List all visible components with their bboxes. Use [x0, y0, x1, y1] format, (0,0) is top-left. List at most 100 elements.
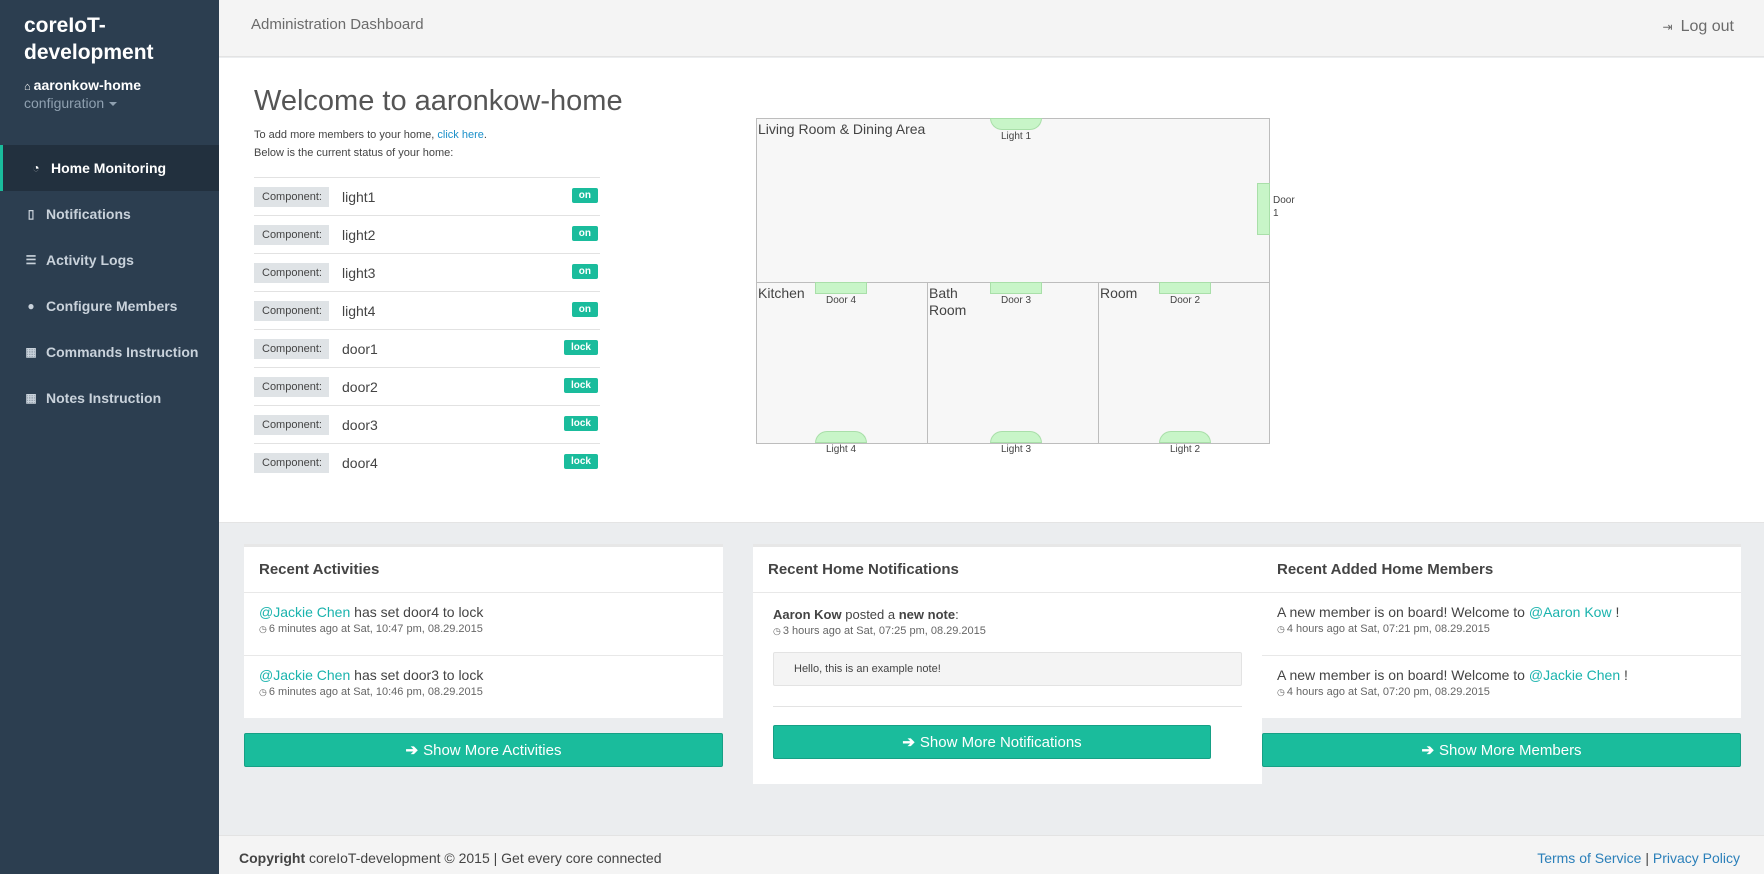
- terms-link[interactable]: Terms of Service: [1537, 850, 1641, 866]
- room-label-room: Room: [1100, 285, 1138, 301]
- component-name: light1: [342, 188, 376, 205]
- component-row-door1: Component: door1 lock: [254, 329, 600, 367]
- door-2-label: Door 2: [1169, 295, 1200, 306]
- panel-title: Recent Activities: [244, 547, 723, 593]
- dashboard-icon: ◔: [32, 161, 40, 175]
- user-link[interactable]: @Jackie Chen: [1529, 667, 1620, 683]
- configuration-dropdown[interactable]: configuration: [24, 95, 118, 111]
- home-name: ⌂ aaronkow-home: [24, 77, 141, 93]
- activity-item: @Jackie Chen has set door3 to lock ◷ 6 mi…: [244, 656, 723, 719]
- component-label: Component:: [254, 338, 329, 359]
- user-link[interactable]: @Jackie Chen: [259, 604, 350, 620]
- component-label: Component:: [254, 452, 329, 473]
- sidebar-item-notes-instruction[interactable]: ▦ Notes Instruction: [0, 375, 219, 421]
- status-badge: lock: [563, 454, 598, 469]
- member-suffix: !: [1620, 667, 1628, 683]
- grid-icon: ▦: [25, 345, 37, 359]
- list-icon: ☰: [25, 253, 37, 267]
- sidebar-item-label: Home Monitoring: [51, 160, 167, 176]
- member-item: A new member is on board! Welcome to @Ja…: [1262, 656, 1741, 719]
- sidebar-item-label: Activity Logs: [46, 252, 134, 268]
- notification-time: ◷ 3 hours ago at Sat, 07:25 pm, 08.29.201…: [773, 625, 1242, 637]
- clock-icon: ◷: [773, 626, 781, 636]
- member-suffix: !: [1611, 604, 1620, 620]
- light-3-fixture[interactable]: [990, 431, 1042, 443]
- footer: Copyright coreIoT-development © 2015 | G…: [219, 835, 1764, 874]
- component-name: door3: [342, 416, 378, 433]
- footer-links: Terms of Service | Privacy Policy: [1537, 850, 1740, 866]
- user-link[interactable]: @Aaron Kow: [1529, 604, 1612, 620]
- light-4-label: Light 4: [825, 444, 857, 455]
- notification-mid: posted a: [841, 607, 899, 622]
- sidebar-item-commands-instruction[interactable]: ▦ Commands Instruction: [0, 329, 219, 375]
- door-3-fixture[interactable]: [990, 282, 1042, 294]
- component-row-door4: Component: door4 lock: [254, 443, 600, 481]
- component-row-door2: Component: door2 lock: [254, 367, 600, 405]
- configuration-label: configuration: [24, 95, 105, 111]
- door-2-fixture[interactable]: [1159, 282, 1211, 294]
- activity-item: @Jackie Chen has set door4 to lock ◷ 6 mi…: [244, 593, 723, 656]
- privacy-link[interactable]: Privacy Policy: [1653, 850, 1740, 866]
- status-badge: lock: [563, 416, 598, 431]
- activity-time-text: 6 minutes ago at Sat, 10:46 pm, 08.29.20…: [268, 686, 483, 698]
- show-more-notifications-button[interactable]: ➔ Show More Notifications: [773, 725, 1211, 759]
- activity-text: @Jackie Chen has set door3 to lock: [259, 667, 708, 683]
- panel-title: Recent Home Notifications: [753, 547, 1262, 593]
- room-room: Room: [1098, 282, 1270, 444]
- component-row-light4: Component: light4 on: [254, 291, 600, 329]
- door-1-label: Door 1: [1273, 195, 1295, 219]
- room-label-bath: Bath Room: [929, 285, 967, 318]
- arrow-right-icon: ➔: [902, 734, 915, 751]
- room-label-living: Living Room & Dining Area: [758, 121, 926, 137]
- sidebar-item-notifications[interactable]: ▯ Notifications: [0, 191, 219, 237]
- door-4-fixture[interactable]: [815, 282, 867, 294]
- click-here-link[interactable]: click here: [437, 129, 483, 141]
- grid-icon: ▦: [25, 391, 37, 405]
- member-text: A new member is on board! Welcome to @Ja…: [1277, 667, 1726, 683]
- member-prefix: A new member is on board! Welcome to: [1277, 667, 1529, 683]
- clock-icon: ◷: [259, 687, 267, 697]
- file-icon: ▯: [27, 207, 35, 221]
- light-2-fixture[interactable]: [1159, 431, 1211, 443]
- sidebar-item-home-monitoring[interactable]: ◔ Home Monitoring: [0, 145, 219, 191]
- activity-text: @Jackie Chen has set door4 to lock: [259, 604, 708, 620]
- recent-members-panel: Recent Added Home Members A new member i…: [1262, 544, 1741, 718]
- sidebar-item-configure-members[interactable]: ● Configure Members: [0, 283, 219, 329]
- component-label: Component:: [254, 262, 329, 283]
- sidebar-item-label: Commands Instruction: [46, 344, 199, 360]
- component-row-door3: Component: door3 lock: [254, 405, 600, 443]
- component-name: door4: [342, 454, 378, 471]
- caret-down-icon: [109, 102, 118, 107]
- door-1-fixture[interactable]: [1257, 183, 1270, 235]
- brand-title[interactable]: coreIoT-development: [24, 12, 204, 66]
- header: Administration Dashboard ⇥ Log out: [219, 0, 1764, 57]
- show-more-activities-button[interactable]: ➔ Show More Activities: [244, 733, 723, 767]
- status-badge: on: [571, 264, 598, 279]
- show-more-members-button[interactable]: ➔ Show More Members: [1262, 733, 1741, 767]
- status-badge: on: [571, 302, 598, 317]
- light-1-fixture[interactable]: [990, 118, 1042, 130]
- member-time-text: 4 hours ago at Sat, 07:21 pm, 08.29.2015: [1286, 623, 1490, 635]
- user-icon: ●: [27, 299, 35, 313]
- component-name: light2: [342, 226, 376, 243]
- component-label: Component:: [254, 376, 329, 397]
- status-badge: lock: [563, 340, 598, 355]
- sidebar-item-activity-logs[interactable]: ☰ Activity Logs: [0, 237, 219, 283]
- logout-button[interactable]: ⇥ Log out: [1663, 18, 1734, 36]
- component-name: door2: [342, 378, 378, 395]
- door-3-label: Door 3: [1000, 295, 1031, 306]
- room-label-kitchen: Kitchen: [758, 285, 805, 301]
- room-kitchen: Kitchen: [756, 282, 928, 444]
- room-bath: Bath Room: [927, 282, 1099, 444]
- sidebar-item-label: Configure Members: [46, 298, 178, 314]
- notification-item: Aaron Kow posted a new note: ◷ 3 hours ag…: [753, 593, 1262, 637]
- panel-title: Recent Added Home Members: [1262, 547, 1741, 593]
- user-link[interactable]: @Jackie Chen: [259, 667, 350, 683]
- status-badge: on: [571, 226, 598, 241]
- copyright-bold: Copyright: [239, 850, 306, 866]
- status-badge: on: [571, 188, 598, 203]
- component-row-light2: Component: light2 on: [254, 215, 600, 253]
- light-4-fixture[interactable]: [815, 431, 867, 443]
- sidebar-item-label: Notes Instruction: [46, 390, 162, 406]
- copyright-text: coreIoT-development © 2015 | Get every c…: [305, 850, 662, 866]
